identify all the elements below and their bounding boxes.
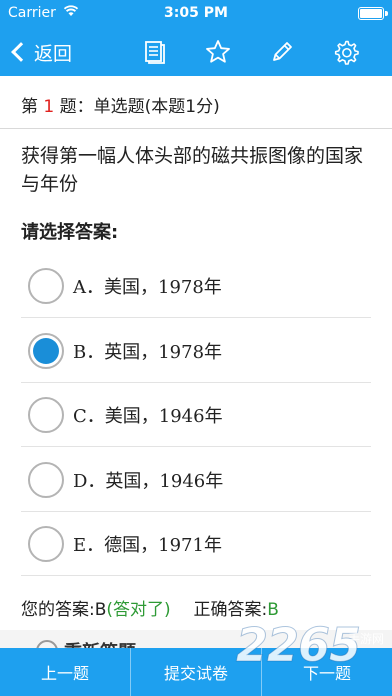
battery-icon: [358, 7, 388, 20]
your-answer-value: B: [94, 600, 107, 620]
radio-button[interactable]: [28, 526, 64, 562]
option-label: A．美国，1978年: [73, 277, 222, 298]
option-b[interactable]: B．英国，1978年: [0, 319, 392, 383]
selected-dot: [33, 338, 59, 364]
radio-button[interactable]: [28, 397, 64, 433]
answer-summary: 您的答案:B(答对了) 正确答案:B: [21, 595, 279, 620]
result-text: (答对了): [106, 600, 171, 620]
divider: [21, 446, 371, 447]
correct-answer-value: B: [267, 600, 279, 620]
option-label: B．英国，1978年: [73, 342, 223, 363]
radio-button-selected[interactable]: [28, 333, 64, 369]
option-d[interactable]: D．英国，1946年: [0, 448, 392, 512]
pencil-icon[interactable]: [268, 38, 296, 66]
divider: [0, 128, 392, 129]
gear-icon[interactable]: [332, 38, 360, 66]
star-icon[interactable]: [204, 38, 232, 66]
question-type: 题：单选题(本题1分): [59, 97, 220, 117]
option-e[interactable]: E．德国，1971年: [0, 512, 392, 576]
option-label: D．英国，1946年: [73, 471, 224, 492]
option-a[interactable]: A．美国，1978年: [0, 254, 392, 318]
status-bar: Carrier 3:05 PM: [0, 0, 392, 28]
radio-button[interactable]: [28, 462, 64, 498]
correct-answer-label: 正确答案:: [193, 600, 268, 620]
clock: 3:05 PM: [164, 5, 228, 21]
back-button[interactable]: 返回: [10, 38, 72, 66]
divider: [21, 575, 371, 576]
prev-question-button[interactable]: 上一题: [0, 648, 130, 696]
your-answer-label: 您的答案:: [21, 600, 95, 620]
question-header: 第 1 题：单选题(本题1分): [21, 92, 220, 117]
option-c[interactable]: C．美国，1946年: [0, 383, 392, 447]
submit-exam-button[interactable]: 提交试卷: [130, 648, 261, 696]
next-question-button[interactable]: 下一题: [261, 648, 392, 696]
option-label: E．德国，1971年: [73, 535, 222, 556]
divider: [21, 317, 371, 318]
question-prefix: 第: [21, 97, 38, 117]
question-number: 1: [43, 97, 55, 117]
radio-button[interactable]: [28, 268, 64, 304]
back-label: 返回: [34, 42, 73, 65]
option-label: C．美国，1946年: [73, 406, 223, 427]
document-icon[interactable]: [141, 38, 169, 66]
nav-bar: 返回: [0, 28, 392, 76]
bottom-toolbar: 上一题 提交试卷 下一题: [0, 648, 392, 696]
chevron-left-icon: [11, 42, 31, 62]
choose-answer-label: 请选择答案:: [21, 222, 119, 243]
question-text: 获得第一幅人体头部的磁共振图像的国家与年份: [21, 145, 364, 195]
